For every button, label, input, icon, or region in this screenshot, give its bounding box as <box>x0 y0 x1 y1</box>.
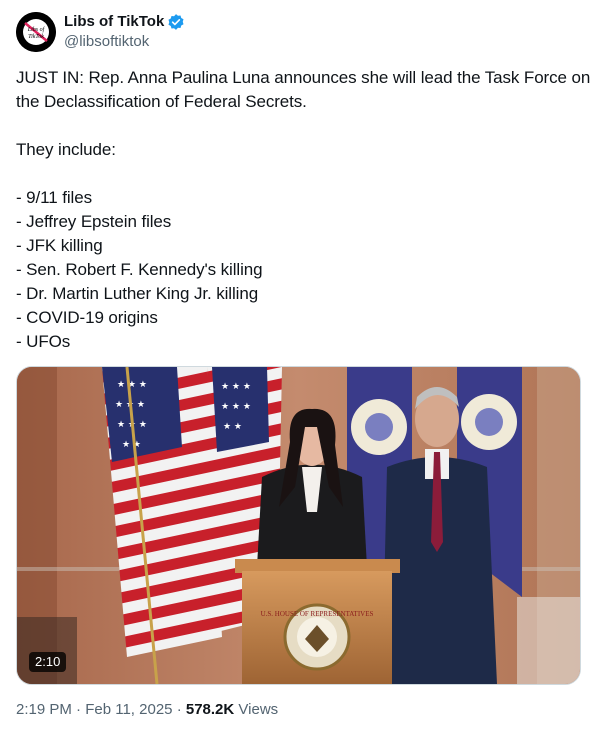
video-player[interactable]: ★ ★ ★★ ★ ★★ ★ ★★ ★ ★ ★ ★★ ★ ★★ ★ U.S. HO… <box>16 366 581 685</box>
house-seal-label: U.S. HOUSE OF REPRESENTATIVES <box>261 610 374 618</box>
author-name[interactable]: Libs of TikTok <box>64 13 164 31</box>
svg-text:★ ★ ★: ★ ★ ★ <box>117 380 147 390</box>
tweet-time[interactable]: 2:19 PM <box>16 701 72 718</box>
author-handle[interactable]: @libsoftiktok <box>64 33 149 51</box>
svg-text:★ ★: ★ ★ <box>122 440 141 450</box>
svg-text:Libs of: Libs of <box>27 26 46 33</box>
meta-separator: · <box>176 701 182 718</box>
svg-text:★ ★ ★: ★ ★ ★ <box>221 382 251 392</box>
author-name-row[interactable]: Libs of TikTok <box>64 13 185 31</box>
tweet-text: JUST IN: Rep. Anna Paulina Luna announce… <box>16 68 591 351</box>
avatar[interactable]: Libs of TikTok <box>16 12 56 52</box>
svg-text:★ ★: ★ ★ <box>223 422 242 432</box>
meta-separator: · <box>76 701 82 718</box>
svg-text:TikTok: TikTok <box>28 34 44 40</box>
views-count[interactable]: 578.2K <box>186 701 234 718</box>
tweet-date[interactable]: Feb 11, 2025 <box>85 701 172 718</box>
views-label: Views <box>238 701 279 718</box>
video-duration: 2:10 <box>29 652 67 672</box>
svg-text:★ ★ ★: ★ ★ ★ <box>221 402 251 412</box>
video-thumbnail: ★ ★ ★★ ★ ★★ ★ ★★ ★ ★ ★ ★★ ★ ★★ ★ U.S. HO… <box>17 367 580 684</box>
verified-badge-icon <box>167 13 185 31</box>
tweet-meta: 2:19 PM · Feb 11, 2025 · 578.2K Views <box>16 701 278 719</box>
